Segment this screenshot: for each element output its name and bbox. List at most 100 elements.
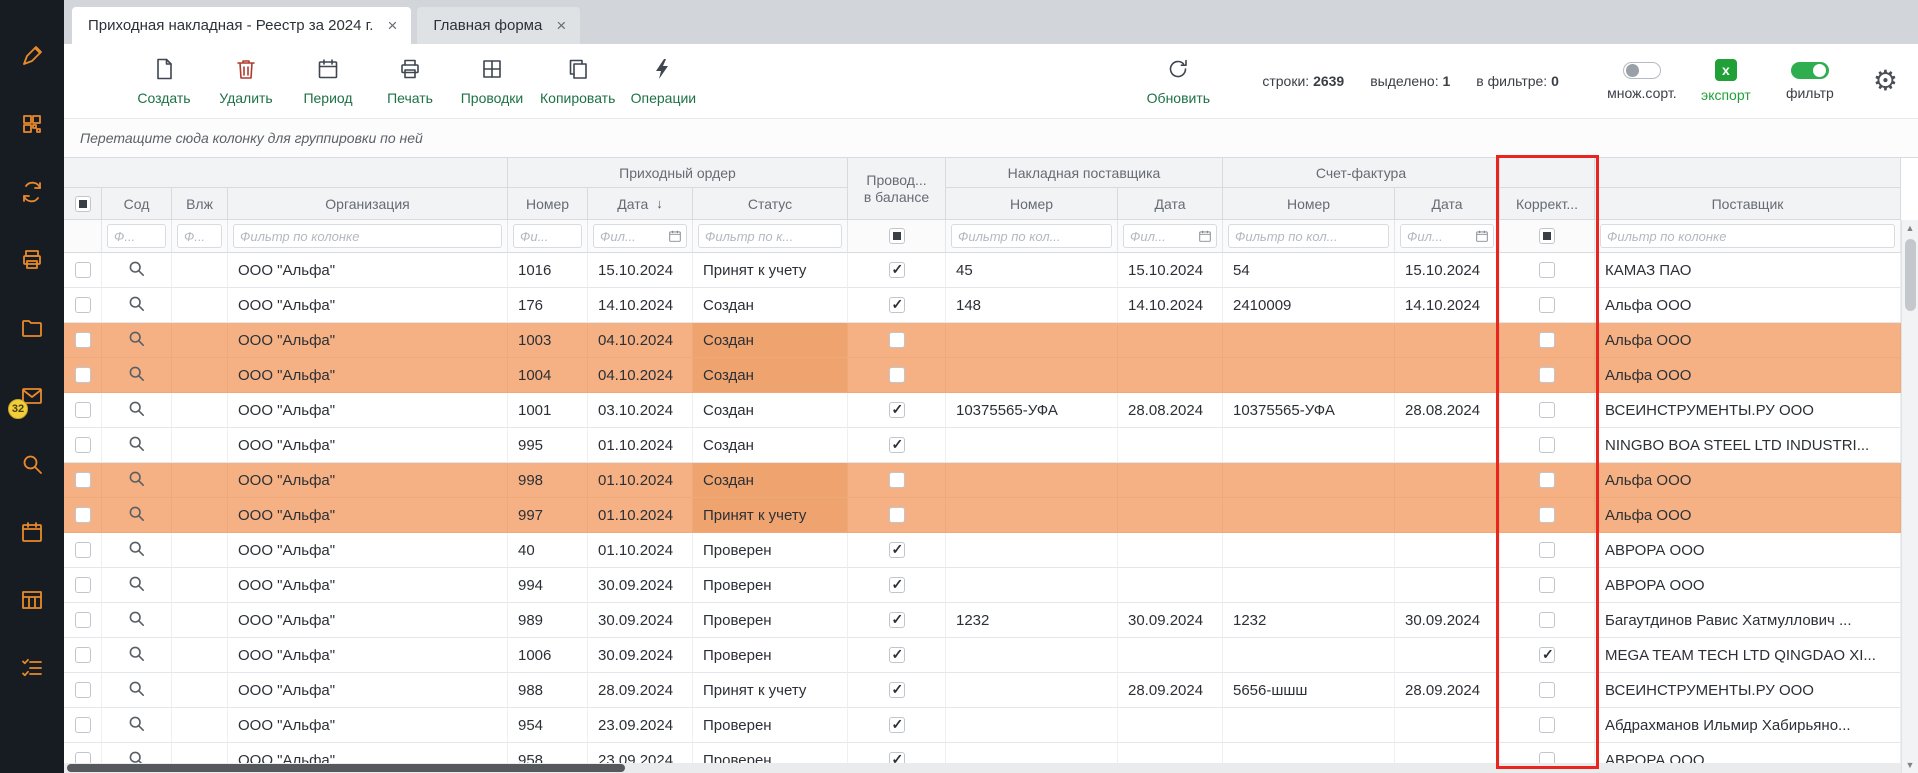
delete-button[interactable]: Удалить [212, 50, 280, 112]
table-row[interactable]: ООО "Альфа" 997 01.10.2024 Принят к учет… [64, 498, 1901, 533]
operations-button[interactable]: Операции [629, 50, 697, 112]
posted-checkbox[interactable] [889, 612, 905, 628]
qr-grid-icon[interactable] [18, 110, 46, 138]
row-checkbox[interactable] [75, 472, 91, 488]
row-checkbox[interactable] [75, 367, 91, 383]
filter-supplier-input[interactable] [1600, 224, 1895, 248]
magnifier-icon[interactable] [128, 295, 145, 316]
filter-order-date-input[interactable] [593, 224, 687, 248]
correction-checkbox[interactable] [1539, 647, 1555, 663]
posted-checkbox[interactable] [889, 577, 905, 593]
copy-button[interactable]: Копировать [540, 50, 615, 112]
postings-button[interactable]: Проводки [458, 50, 526, 112]
row-checkbox[interactable] [75, 332, 91, 348]
row-checkbox[interactable] [75, 507, 91, 523]
posted-checkbox[interactable] [889, 542, 905, 558]
print-device-icon[interactable] [18, 246, 46, 274]
column-header-supplier[interactable]: Поставщик [1595, 188, 1901, 220]
column-header-inv-date[interactable]: Дата [1118, 188, 1223, 220]
table-row[interactable]: ООО "Альфа" 988 28.09.2024 Принят к учет… [64, 673, 1901, 708]
correction-checkbox[interactable] [1539, 542, 1555, 558]
column-header-correction[interactable]: Коррект... [1500, 188, 1595, 220]
folder-icon[interactable] [18, 314, 46, 342]
table-row[interactable]: ООО "Альфа" 1006 30.09.2024 Проверен MEG… [64, 638, 1901, 673]
table-row[interactable]: ООО "Альфа" 998 01.10.2024 Создан Альфа … [64, 463, 1901, 498]
magnifier-icon[interactable] [128, 470, 145, 491]
filter-correction-checkbox[interactable] [1539, 228, 1555, 244]
tab-main-form[interactable]: Главная форма × [417, 7, 580, 44]
scroll-up-icon[interactable]: ▲ [1906, 220, 1915, 236]
correction-checkbox[interactable] [1539, 437, 1555, 453]
column-header-fact-number[interactable]: Номер [1223, 188, 1395, 220]
table-row[interactable]: ООО "Альфа" 954 23.09.2024 Проверен Абдр… [64, 708, 1901, 743]
scrollbar-thumb[interactable] [1905, 239, 1916, 311]
print-button[interactable]: Печать [376, 50, 444, 112]
filter-organization-input[interactable] [233, 224, 502, 248]
toggle-on-icon[interactable] [1791, 62, 1829, 79]
excel-export-icon[interactable]: x [1715, 59, 1737, 81]
table-row[interactable]: ООО "Альфа" 1001 03.10.2024 Создан 10375… [64, 393, 1901, 428]
filter-order-number-input[interactable] [513, 224, 582, 248]
posted-checkbox[interactable] [889, 332, 905, 348]
close-icon[interactable]: × [556, 17, 566, 34]
magnifier-icon[interactable] [128, 645, 145, 666]
correction-checkbox[interactable] [1539, 682, 1555, 698]
magnifier-icon[interactable] [128, 260, 145, 281]
magnifier-icon[interactable] [128, 435, 145, 456]
magnifier-icon[interactable] [128, 505, 145, 526]
mail-icon[interactable]: 32 [18, 382, 46, 410]
posted-checkbox[interactable] [889, 682, 905, 698]
filter-inv-date-input[interactable] [1123, 224, 1217, 248]
posted-checkbox[interactable] [889, 507, 905, 523]
select-all-checkbox[interactable] [75, 196, 91, 212]
column-header-order-date[interactable]: Дата↓ [588, 188, 693, 220]
edit-pencil-icon[interactable] [18, 42, 46, 70]
row-checkbox[interactable] [75, 717, 91, 733]
correction-checkbox[interactable] [1539, 402, 1555, 418]
correction-checkbox[interactable] [1539, 367, 1555, 383]
horizontal-scrollbar[interactable] [64, 763, 1901, 773]
row-checkbox[interactable] [75, 647, 91, 663]
magnifier-icon[interactable] [128, 715, 145, 736]
table-row[interactable]: ООО "Альфа" 1004 04.10.2024 Создан Альфа… [64, 358, 1901, 393]
period-button[interactable]: Период [294, 50, 362, 112]
row-checkbox[interactable] [75, 577, 91, 593]
magnifier-icon[interactable] [128, 330, 145, 351]
tab-receipt-register[interactable]: Приходная накладная - Реестр за 2024 г. … [72, 7, 411, 44]
filter-fact-date-input[interactable] [1400, 224, 1494, 248]
gear-icon[interactable]: ⚙ [1873, 67, 1898, 95]
filter-attachment-input[interactable] [177, 224, 222, 248]
filter-posted-checkbox[interactable] [889, 228, 905, 244]
column-header-content[interactable]: Сод [102, 188, 172, 220]
posted-checkbox[interactable] [889, 647, 905, 663]
refresh-button[interactable]: Обновить [1144, 50, 1212, 112]
filter-status-input[interactable] [698, 224, 842, 248]
table-row[interactable]: ООО "Альфа" 176 14.10.2024 Создан 148 14… [64, 288, 1901, 323]
correction-checkbox[interactable] [1539, 717, 1555, 733]
column-header-inv-number[interactable]: Номер [946, 188, 1118, 220]
correction-checkbox[interactable] [1539, 612, 1555, 628]
posted-checkbox[interactable] [889, 472, 905, 488]
report-table-icon[interactable] [18, 586, 46, 614]
magnifier-icon[interactable] [128, 540, 145, 561]
row-checkbox[interactable] [75, 262, 91, 278]
magnifier-icon[interactable] [128, 365, 145, 386]
posted-checkbox[interactable] [889, 402, 905, 418]
filter-fact-number-input[interactable] [1228, 224, 1389, 248]
filter-content-input[interactable] [107, 224, 166, 248]
table-row[interactable]: ООО "Альфа" 989 30.09.2024 Проверен 1232… [64, 603, 1901, 638]
group-by-bar[interactable]: Перетащите сюда колонку для группировки … [64, 118, 1918, 158]
posted-checkbox[interactable] [889, 717, 905, 733]
multisort-toggle[interactable]: множ.сорт. [1607, 62, 1677, 101]
magnifier-icon[interactable] [128, 575, 145, 596]
calendar-icon[interactable] [18, 518, 46, 546]
filter-inv-number-input[interactable] [951, 224, 1112, 248]
table-row[interactable]: ООО "Альфа" 1016 15.10.2024 Принят к уче… [64, 253, 1901, 288]
row-checkbox[interactable] [75, 402, 91, 418]
export-button[interactable]: x экспорт [1691, 59, 1761, 103]
row-checkbox[interactable] [75, 297, 91, 313]
column-header-fact-date[interactable]: Дата [1395, 188, 1500, 220]
column-header-attachment[interactable]: Влж [172, 188, 228, 220]
table-row[interactable]: ООО "Альфа" 994 30.09.2024 Проверен АВРО… [64, 568, 1901, 603]
magnifier-icon[interactable] [128, 610, 145, 631]
